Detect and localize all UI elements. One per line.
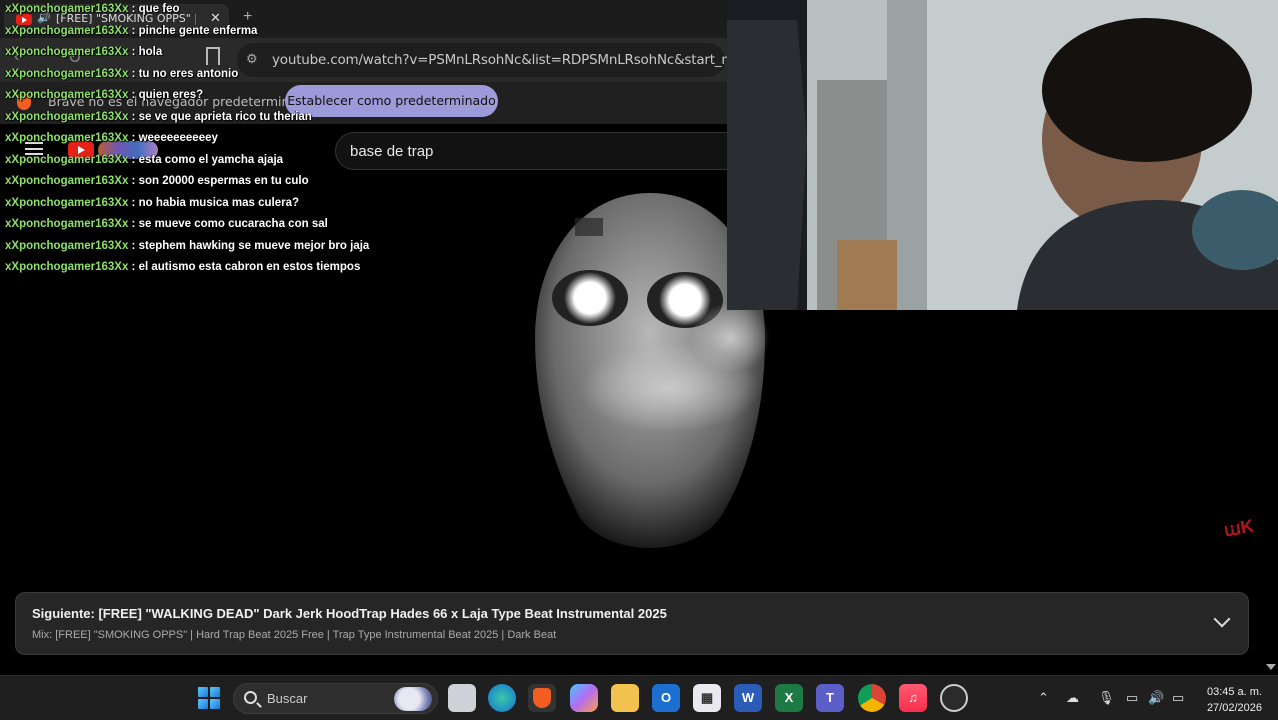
obs-icon[interactable] (940, 684, 968, 712)
teams-icon[interactable]: T (816, 684, 844, 712)
chat-text: weeeeeeeeeey (138, 132, 218, 144)
channel-watermark: ꭐK (1222, 515, 1256, 541)
chat-message: xXponchogamer163Xx : se ve que aprieta r… (5, 108, 405, 130)
chat-text: esta como el yamcha ajaja (138, 153, 284, 166)
clock-date: 27/02/2026 (1206, 702, 1262, 714)
chat-separator: : (128, 261, 139, 273)
chat-text: el autismo esta cabron en estos tiempos (138, 261, 361, 273)
chevron-down-icon[interactable] (1213, 610, 1231, 628)
chat-separator: : (128, 110, 139, 123)
up-next-panel[interactable]: Siguiente: [FREE] "WALKING DEAD" Dark Je… (15, 592, 1249, 655)
chat-message: xXponchogamer163Xx : weeeeeeeeeey (5, 129, 405, 151)
chat-separator: : (128, 132, 139, 144)
chat-text: hola (138, 46, 163, 58)
chat-overlay: xXponchogamer163Xx : que feo xXponchogame… (5, 0, 405, 280)
clock-time: 03:45 a. m. (1206, 686, 1262, 698)
windows-taskbar: Buscar O ▦ W X T ♫ ⌃ ☁ 🎙 ▭ 🔊 ▭ 03:45 a. … (0, 675, 1278, 720)
up-next-playlist: Mix: [FREE] "SMOKING OPPS" | Hard Trap B… (32, 629, 557, 641)
chat-text: tu no eres antonio (138, 67, 239, 80)
taskbar-search-placeholder: Buscar (267, 691, 308, 706)
chat-message: xXponchogamer163Xx : se mueve como cucar… (5, 215, 405, 237)
system-clock[interactable]: 03:45 a. m. 27/02/2026 (1196, 684, 1262, 716)
webcam-feed-image (727, 0, 1278, 310)
word-icon[interactable]: W (734, 684, 762, 712)
volume-icon[interactable]: 🔊 (1148, 690, 1164, 706)
webcam-overlay (727, 0, 1278, 310)
chat-username: xXponchogamer163Xx (5, 89, 129, 101)
search-highlight-image[interactable] (394, 687, 432, 711)
chat-message: xXponchogamer163Xx : pinche gente enferm… (5, 22, 405, 44)
chat-username: xXponchogamer163Xx (5, 153, 129, 166)
windows-start-icon[interactable] (198, 687, 220, 709)
network-icon[interactable]: ▭ (1126, 690, 1138, 706)
search-icon (244, 691, 257, 704)
chat-username: xXponchogamer163Xx (5, 132, 129, 144)
chat-separator: : (128, 67, 139, 80)
chat-text: se ve que aprieta rico tu therian (138, 110, 312, 123)
chat-separator: : (128, 239, 139, 252)
chat-separator: : (128, 175, 139, 187)
chat-text: que feo (138, 3, 180, 15)
chrome-icon[interactable] (858, 684, 886, 712)
outlook-icon[interactable]: O (652, 684, 680, 712)
copilot-icon[interactable] (570, 684, 598, 712)
chat-separator: : (128, 196, 139, 209)
show-hidden-icons-chevron-icon[interactable]: ⌃ (1038, 690, 1049, 706)
chat-message: xXponchogamer163Xx : no habia musica mas… (5, 194, 405, 216)
chat-separator: : (128, 89, 139, 101)
store-icon[interactable]: ▦ (693, 684, 721, 712)
chat-username: xXponchogamer163Xx (5, 239, 129, 252)
chat-username: xXponchogamer163Xx (5, 24, 129, 37)
chat-separator: : (128, 153, 139, 166)
music-icon[interactable]: ♫ (899, 684, 927, 712)
chat-text: stephem hawking se mueve mejor bro jaja (138, 239, 370, 252)
chat-message: xXponchogamer163Xx : el autismo esta cab… (5, 258, 405, 280)
microphone-icon[interactable]: 🎙 (1098, 690, 1115, 706)
chat-message: xXponchogamer163Xx : stephem hawking se … (5, 237, 405, 259)
chat-username: xXponchogamer163Xx (5, 261, 129, 273)
chat-username: xXponchogamer163Xx (5, 46, 129, 58)
taskbar-search-input[interactable]: Buscar (233, 683, 438, 714)
brave-taskbar-icon[interactable] (528, 684, 556, 712)
chat-text: no habia musica mas culera? (138, 196, 300, 209)
chat-separator: : (128, 46, 139, 58)
chat-message: xXponchogamer163Xx : tu no eres antonio (5, 65, 405, 87)
file-explorer-icon[interactable] (611, 684, 639, 712)
chat-separator: : (128, 24, 139, 37)
battery-icon[interactable]: ▭ (1172, 690, 1184, 706)
excel-icon[interactable]: X (775, 684, 803, 712)
chat-separator: : (128, 3, 139, 15)
chat-text: quien eres? (138, 89, 204, 101)
chat-separator: : (128, 218, 139, 230)
scroll-down-arrow[interactable] (1266, 664, 1276, 670)
up-next-title[interactable]: Siguiente: [FREE] "WALKING DEAD" Dark Je… (32, 606, 667, 621)
chat-text: pinche gente enferma (138, 24, 258, 37)
chat-username: xXponchogamer163Xx (5, 67, 129, 80)
chat-text: son 20000 espermas en tu culo (138, 175, 309, 187)
chat-message: xXponchogamer163Xx : esta como el yamcha… (5, 151, 405, 173)
chat-username: xXponchogamer163Xx (5, 110, 129, 123)
chat-text: se mueve como cucaracha con sal (138, 218, 328, 230)
chat-message: xXponchogamer163Xx : son 20000 espermas … (5, 172, 405, 194)
chat-username: xXponchogamer163Xx (5, 196, 129, 209)
task-view-icon[interactable] (448, 684, 476, 712)
chat-username: xXponchogamer163Xx (5, 175, 129, 187)
chat-message: xXponchogamer163Xx : que feo (5, 0, 405, 22)
chat-username: xXponchogamer163Xx (5, 218, 129, 230)
chat-username: xXponchogamer163Xx (5, 3, 129, 15)
onedrive-icon[interactable]: ☁ (1066, 690, 1079, 706)
chat-message: xXponchogamer163Xx : hola (5, 43, 405, 65)
edge-icon[interactable] (488, 684, 516, 712)
chat-message: xXponchogamer163Xx : quien eres? (5, 86, 405, 108)
